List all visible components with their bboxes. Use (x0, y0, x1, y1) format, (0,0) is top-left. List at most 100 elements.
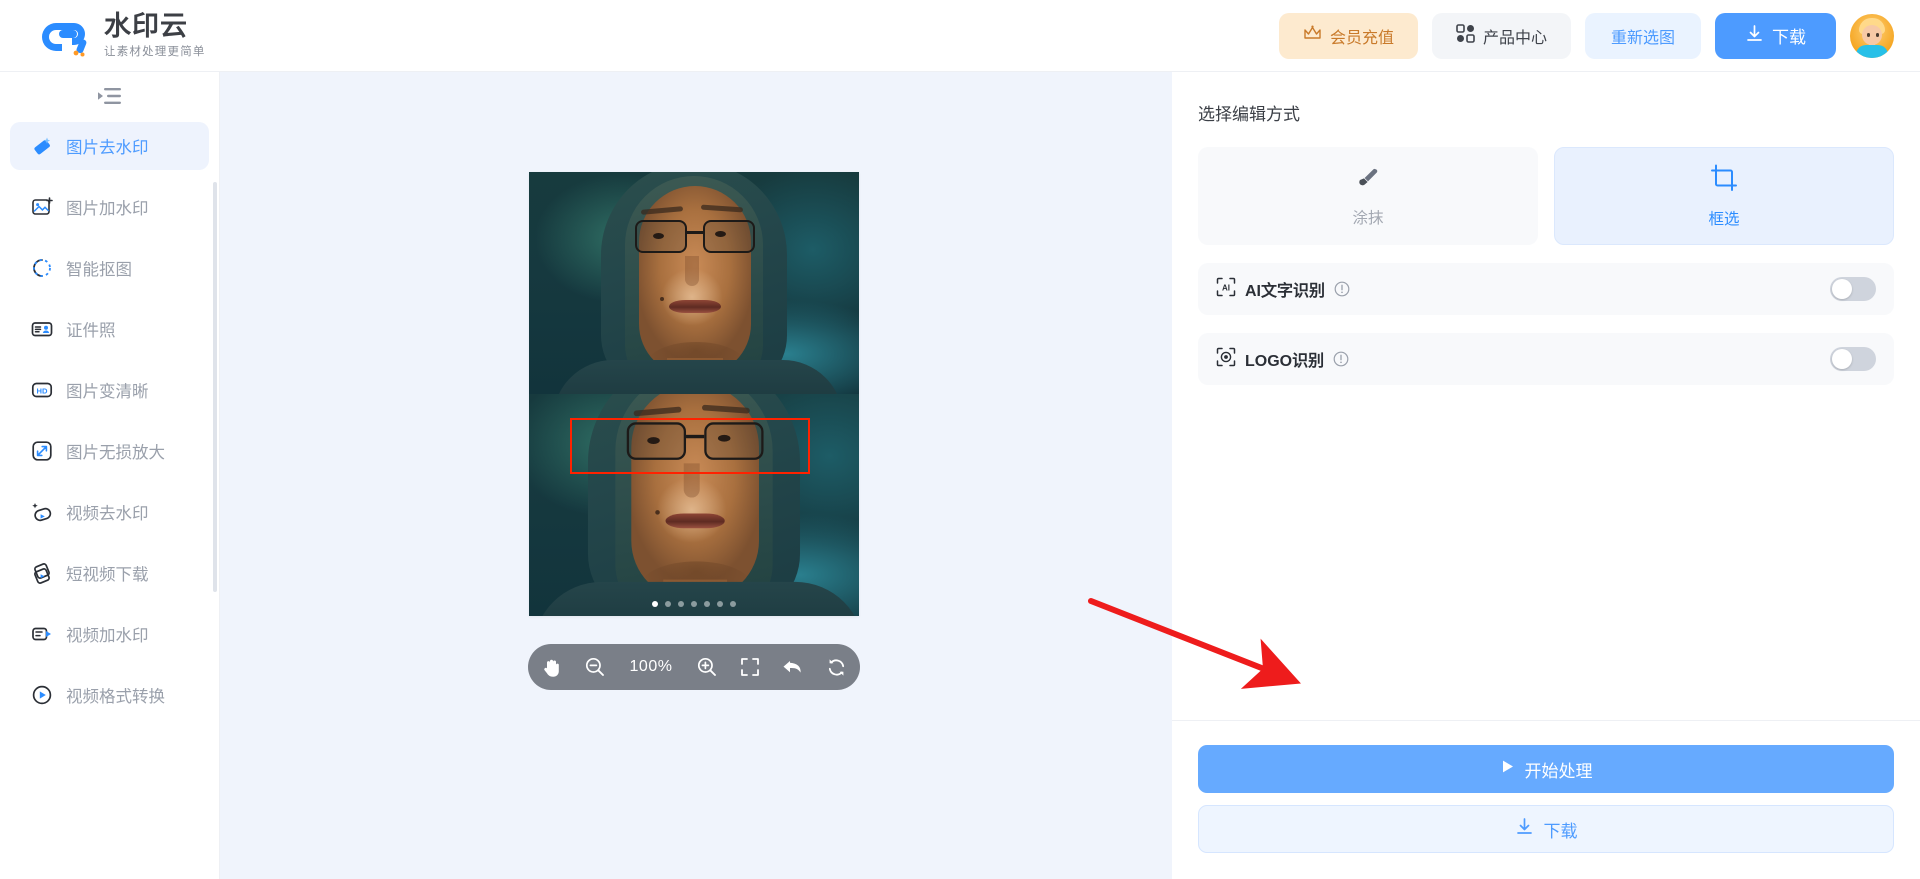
toggle-knob (1832, 279, 1852, 299)
header-download-button[interactable]: 下载 (1715, 12, 1836, 59)
photo-scene-top (529, 172, 859, 394)
start-process-button[interactable]: 开始处理 (1198, 745, 1894, 793)
logo-cloud-icon (42, 13, 94, 59)
logo-scan-icon (1216, 347, 1236, 372)
zoom-in-button[interactable] (696, 656, 718, 678)
fit-screen-button[interactable] (740, 657, 760, 677)
toggle-ai-text-recognition[interactable] (1830, 277, 1876, 301)
refresh-icon[interactable] (826, 657, 847, 678)
preview-image[interactable] (529, 172, 859, 616)
svg-text:HD: HD (36, 386, 47, 395)
brush-icon (1355, 165, 1381, 196)
sidebar-item-video-watermark-add[interactable]: 视频加水印 (10, 610, 209, 658)
sidebar-item-video-convert[interactable]: 视频格式转换 (10, 671, 209, 719)
start-process-label: 开始处理 (1524, 761, 1593, 781)
panel-footer: 开始处理 下载 (1172, 720, 1920, 879)
logo-tagline: 让素材处理更简单 (104, 46, 206, 59)
carousel-dot[interactable] (665, 601, 671, 607)
mode-selector: 涂抹 框选 (1198, 147, 1894, 245)
carousel-dot[interactable] (704, 601, 710, 607)
selection-rectangle[interactable] (570, 418, 810, 474)
avatar-body (1856, 44, 1888, 58)
video-convert-icon (30, 684, 53, 707)
carousel-dot[interactable] (691, 601, 697, 607)
zoom-level-value: 100% (629, 658, 673, 675)
sidebar-item-label: 图片变清晰 (66, 383, 149, 401)
image-canvas[interactable]: 100% (220, 72, 1172, 879)
toggle-knob (1832, 349, 1852, 369)
option-logo-recognition: LOGO识别 (1198, 333, 1894, 385)
sidebar-item-label: 图片加水印 (66, 200, 149, 218)
option-logo-label: LOGO识别 (1245, 353, 1325, 370)
ai-text-icon: AI (1216, 277, 1236, 302)
svg-text:AI: AI (1222, 283, 1230, 292)
editing-panel: 选择编辑方式 涂抹 框选 AI AI文字识别 LOGO识别 开始处理 下载 (1172, 72, 1920, 879)
toggle-logo-recognition[interactable] (1830, 347, 1876, 371)
eraser-icon (30, 135, 53, 158)
sidebar-scrollbar[interactable] (213, 182, 217, 592)
sidebar-item-image-watermark-add[interactable]: 图片加水印 (10, 183, 209, 231)
carousel-dot[interactable] (652, 601, 658, 607)
play-icon (1500, 759, 1515, 779)
undo-arrow-icon[interactable] (782, 657, 804, 677)
sidebar-item-smart-cutout[interactable]: 智能抠图 (10, 244, 209, 292)
panel-download-button[interactable]: 下载 (1198, 805, 1894, 853)
brand-logo[interactable]: 水印云 让素材处理更简单 (42, 10, 206, 59)
sidebar-item-label: 视频去水印 (66, 505, 149, 523)
sidebar-item-label: 图片无损放大 (66, 444, 165, 462)
product-center-label: 产品中心 (1482, 29, 1547, 47)
vip-recharge-button[interactable]: 会员充值 (1278, 12, 1418, 59)
grid-icon (1456, 23, 1475, 48)
reselect-image-label: 重新选图 (1610, 29, 1675, 47)
mode-box-select[interactable]: 框选 (1554, 147, 1894, 245)
video-eraser-icon (30, 501, 53, 524)
header-download-label: 下载 (1772, 28, 1806, 47)
enlarge-icon (30, 440, 53, 463)
logo-title: 水印云 (104, 10, 188, 41)
carousel-dot[interactable] (678, 601, 684, 607)
avatar-eye-right (1876, 32, 1879, 37)
sidebar-collapse-row (0, 72, 219, 120)
cutout-icon (30, 257, 53, 280)
app-root: 水印云 让素材处理更简单 会员充值 产品中心 重新选图 下载 图片去水印 图片加… (0, 0, 1920, 879)
zoom-out-button[interactable] (584, 656, 606, 678)
sidebar-item-label: 证件照 (66, 322, 116, 340)
carousel-dot[interactable] (717, 601, 723, 607)
mode-box-select-label: 框选 (1708, 210, 1740, 228)
sidebar-item-image-enhance[interactable]: HD 图片变清晰 (10, 366, 209, 414)
mode-brush[interactable]: 涂抹 (1198, 147, 1538, 245)
sidebar: 图片去水印 图片加水印 智能抠图 证件照 HD 图片变清晰 图片无损放大 视频去… (0, 72, 220, 879)
short-video-icon (30, 562, 53, 585)
info-icon[interactable] (1334, 281, 1350, 297)
sidebar-item-image-watermark-remove[interactable]: 图片去水印 (10, 122, 209, 170)
sidebar-nav: 图片去水印 图片加水印 智能抠图 证件照 HD 图片变清晰 图片无损放大 视频去… (0, 120, 219, 719)
sidebar-item-label: 视频格式转换 (66, 688, 165, 706)
option-ai-text-label: AI文字识别 (1245, 283, 1326, 300)
carousel-dots[interactable] (529, 601, 859, 607)
editing-panel-body: 选择编辑方式 涂抹 框选 AI AI文字识别 LOGO识别 (1172, 72, 1920, 720)
sidebar-item-image-upscale[interactable]: 图片无损放大 (10, 427, 209, 475)
avatar-face (1862, 24, 1882, 45)
image-add-icon (30, 196, 53, 219)
canvas-toolbar: 100% (528, 644, 860, 690)
avatar-eye-left (1867, 32, 1870, 37)
carousel-dot[interactable] (730, 601, 736, 607)
panel-download-label: 下载 (1543, 821, 1578, 841)
top-header: 水印云 让素材处理更简单 会员充值 产品中心 重新选图 下载 (0, 0, 1920, 72)
avatar[interactable] (1850, 13, 1894, 58)
mode-brush-label: 涂抹 (1352, 209, 1384, 227)
sidebar-item-id-photo[interactable]: 证件照 (10, 305, 209, 353)
video-watermark-icon (30, 623, 53, 646)
crop-box-icon (1710, 164, 1738, 197)
sidebar-item-short-video-download[interactable]: 短视频下载 (10, 549, 209, 597)
reselect-image-button[interactable]: 重新选图 (1584, 12, 1701, 59)
hand-icon[interactable] (541, 657, 562, 678)
sidebar-item-video-watermark-remove[interactable]: 视频去水印 (10, 488, 209, 536)
product-center-button[interactable]: 产品中心 (1431, 12, 1571, 59)
info-icon[interactable] (1333, 351, 1349, 367)
collapse-menu-icon[interactable] (95, 84, 125, 108)
header-actions: 会员充值 产品中心 重新选图 下载 (1278, 12, 1894, 59)
option-ai-text-recognition: AI AI文字识别 (1198, 263, 1894, 315)
page-title: 选择编辑方式 (1198, 105, 1300, 124)
sidebar-item-label: 图片去水印 (66, 139, 149, 157)
